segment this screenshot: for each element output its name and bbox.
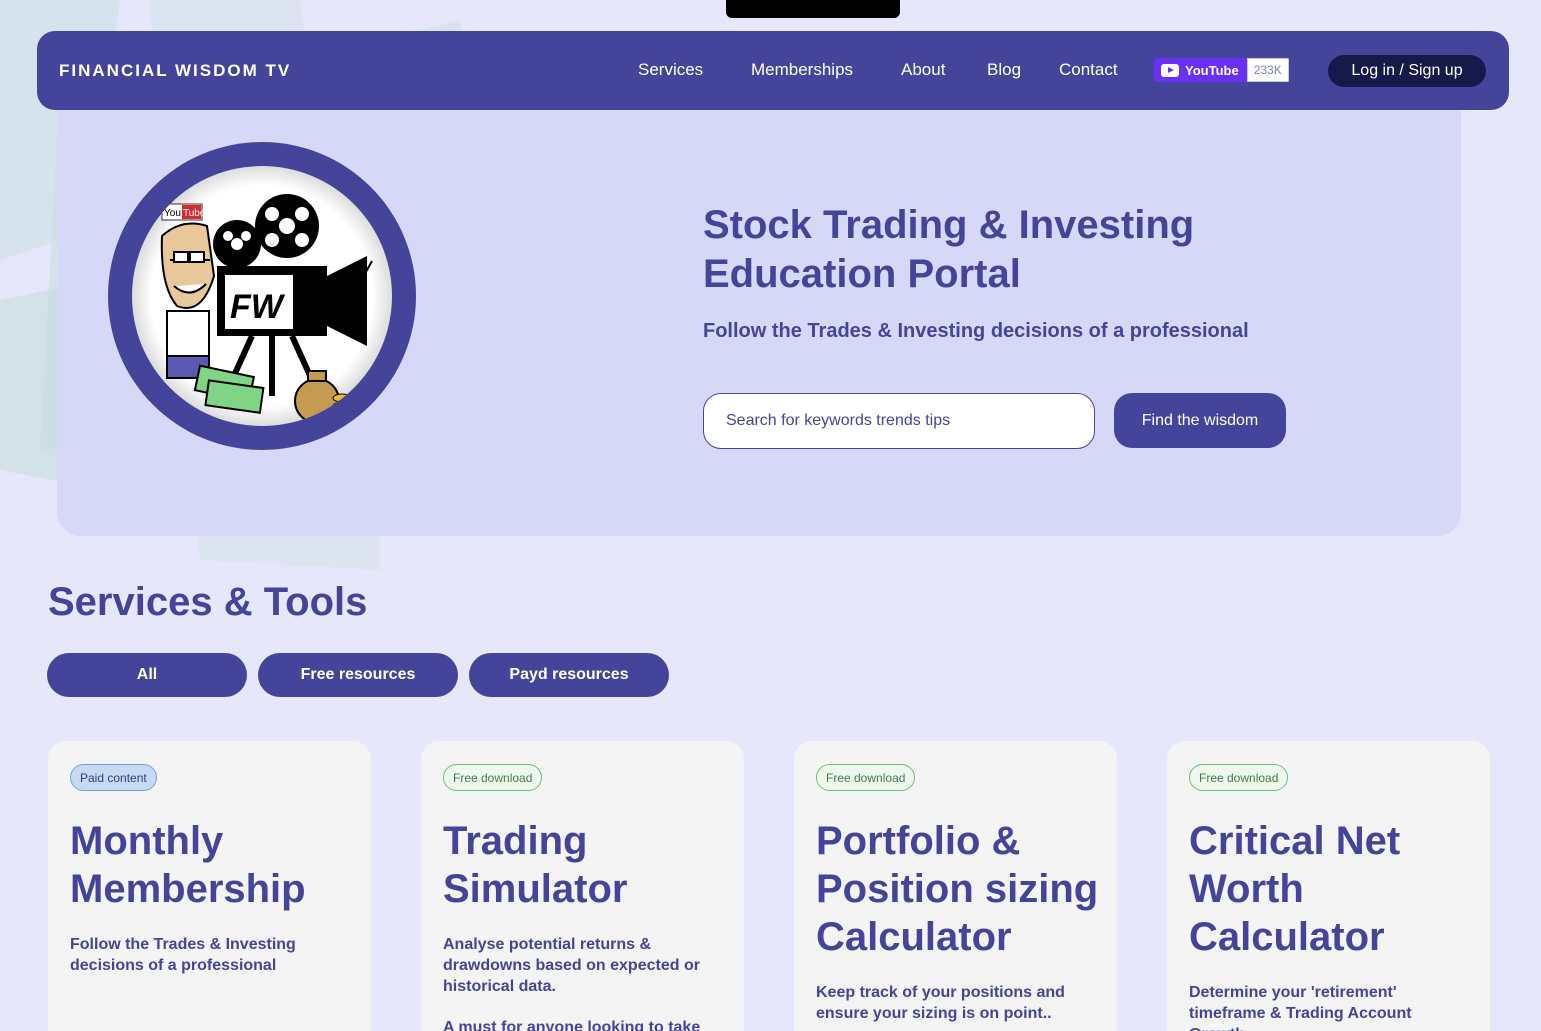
card-description: Determine your 'retirement' timeframe & …	[1189, 984, 1412, 1031]
svg-text:You: You	[164, 208, 181, 219]
svg-text:Tube: Tube	[183, 208, 206, 219]
youtube-subscriber-count: 233K	[1246, 58, 1289, 82]
card-description: Follow the Trades & Investing decisions …	[70, 936, 296, 974]
card-description: Analyse potential returns & drawdowns ba…	[443, 936, 700, 995]
filter-paid-button[interactable]: Payd resources	[469, 653, 669, 697]
filter-all-button[interactable]: All	[47, 653, 247, 697]
status-badge: Free download	[443, 764, 543, 791]
youtube-play-icon	[1161, 63, 1179, 77]
services-section-title: Services & Tools	[48, 580, 368, 624]
logo-illustration: You Tube FW	[132, 166, 392, 426]
card-description-extra: A must for anyone looking to take	[443, 1019, 701, 1031]
hero-title: Stock Trading & Investing Education Port…	[703, 203, 1195, 296]
nav-link-services[interactable]: Services	[638, 60, 703, 80]
logo-fw-text: FW	[230, 288, 286, 326]
service-card-net-worth[interactable]: Free download Critical Net Worth Calcula…	[1167, 741, 1490, 1031]
card-title: Portfolio & Position sizing Calculator	[816, 819, 1099, 959]
login-signup-button[interactable]: Log in / Sign up	[1328, 55, 1486, 87]
nav-link-about[interactable]: About	[901, 60, 945, 80]
status-badge: Paid content	[70, 764, 157, 791]
youtube-subscribe-badge[interactable]: YouTube 233K	[1154, 58, 1289, 82]
nav-link-blog[interactable]: Blog	[987, 60, 1021, 80]
card-description: Keep track of your positions and ensure …	[816, 984, 1065, 1022]
cartoon-camera-icon: You Tube FW	[160, 194, 373, 424]
card-title: Trading Simulator	[443, 819, 628, 911]
status-badge: Free download	[1189, 764, 1289, 791]
service-card-position-sizing[interactable]: Free download Portfolio & Position sizin…	[794, 741, 1117, 1031]
filter-free-button[interactable]: Free resources	[258, 653, 458, 697]
youtube-button[interactable]: YouTube	[1154, 58, 1247, 82]
nav-link-contact[interactable]: Contact	[1059, 60, 1118, 80]
card-title: Monthly Membership	[70, 819, 306, 911]
youtube-label: YouTube	[1185, 62, 1239, 78]
service-card-membership[interactable]: Paid content Monthly Membership Follow t…	[48, 741, 371, 1031]
find-wisdom-button[interactable]: Find the wisdom	[1114, 393, 1286, 448]
service-card-simulator[interactable]: Free download Trading Simulator Analyse …	[421, 741, 744, 1031]
channel-logo: You Tube FW	[108, 142, 416, 450]
status-badge: Free download	[816, 764, 916, 791]
card-title: Critical Net Worth Calculator	[1189, 819, 1401, 959]
nav-link-memberships[interactable]: Memberships	[751, 60, 853, 80]
hero-subtitle: Follow the Trades & Investing decisions …	[703, 320, 1249, 342]
top-notch	[726, 0, 900, 18]
brand-logo-text[interactable]: FINANCIAL WISDOM TV	[59, 61, 291, 81]
navbar: FINANCIAL WISDOM TV Services Memberships…	[37, 31, 1509, 110]
search-input[interactable]	[703, 393, 1095, 449]
